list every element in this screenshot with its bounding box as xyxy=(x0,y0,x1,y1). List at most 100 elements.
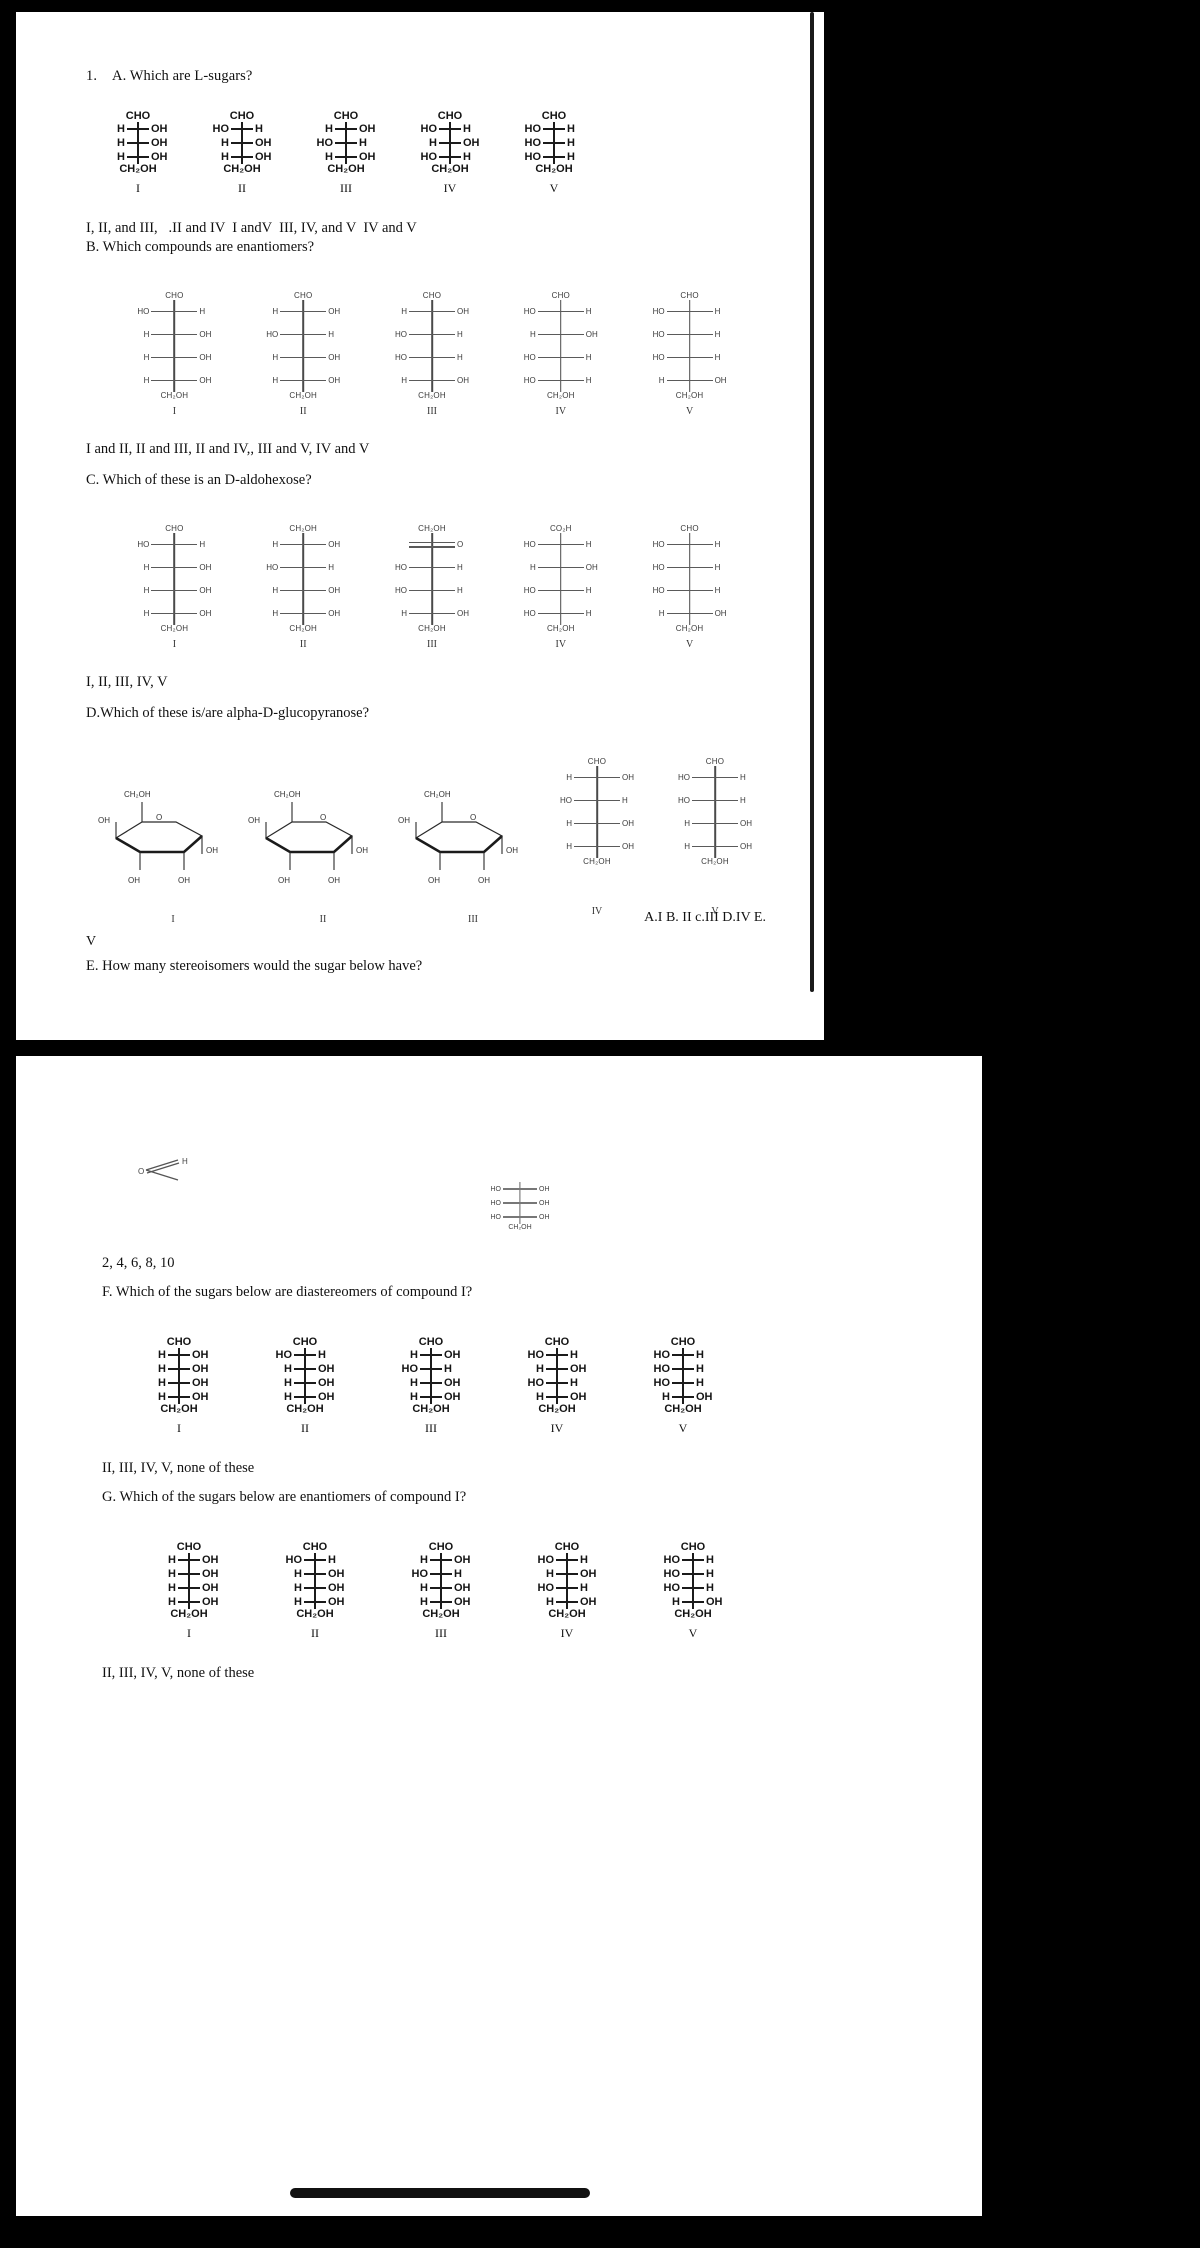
substituent-left: H xyxy=(158,1363,166,1375)
ring-substituent-label: OH xyxy=(506,846,518,855)
horizontal-bond xyxy=(546,1354,568,1356)
horizontal-bond xyxy=(430,1559,452,1561)
structure-label: II xyxy=(301,1421,309,1435)
substituent-left: HO xyxy=(137,307,150,316)
horizontal-bond xyxy=(408,566,455,569)
substituent-left: HO xyxy=(652,563,665,572)
ring-label: I xyxy=(171,914,175,925)
substituent-left: HO xyxy=(663,1568,681,1580)
substituent-right: OH xyxy=(202,1554,219,1566)
fischer-stereocenter: HOH xyxy=(266,300,340,323)
fischer-stereocenter: HOH xyxy=(266,369,340,392)
horizontal-bond xyxy=(151,310,198,313)
fischer-stereocenter: HOH xyxy=(213,136,271,150)
fischer-stereocenter: O xyxy=(395,533,469,556)
fischer-stereocenter: HOH xyxy=(286,1553,345,1567)
structure-label: I xyxy=(172,406,177,417)
substituent-right: OH xyxy=(456,609,469,618)
fischer-backbone: HO OH HO OH HO OH xyxy=(491,1182,550,1224)
fischer-stereocenter: HOH xyxy=(653,323,727,346)
horizontal-bond xyxy=(408,541,455,548)
horizontal-bond xyxy=(178,1573,200,1575)
fischer-stereocenter: HOH xyxy=(412,1595,470,1609)
fischer-top-group: CHO xyxy=(422,291,442,300)
ring-label: III xyxy=(468,914,478,925)
fischer-stereocenter: HOH xyxy=(266,602,340,625)
substituent-right: OH xyxy=(318,1363,335,1375)
fischer-top-group: CHO xyxy=(294,291,313,300)
section-b-structures: CHO HO H H OH H OH H OH CH₂OH CHO H OH HO H H OH H OH CH₂OH… xyxy=(86,292,754,400)
section-b-answers: I and II, II and III, II and IV,, III an… xyxy=(86,441,370,457)
substituent-right: OH xyxy=(199,330,212,339)
substituent-right: H xyxy=(706,1554,714,1566)
section-c-prompt: C. Which of these is an D-aldohexose? xyxy=(86,472,312,488)
fischer-projection: CHOHOHHOHHOHHOHCH₂OH xyxy=(620,1337,746,1415)
fischer-bottom-group: CH₂OH xyxy=(289,391,318,400)
fischer-stereocenter: HOH xyxy=(160,1595,218,1609)
pyranose-ring: O CH₂OH OH OH OH OH xyxy=(398,776,548,886)
ring-substituent-label: OH xyxy=(356,846,368,855)
fischer-stereocenter: HO OH xyxy=(491,1196,550,1210)
structure-label: III xyxy=(435,1626,447,1640)
fischer-bottom-group: CH₂OH xyxy=(170,1608,208,1620)
fischer-stereocenter: HOH xyxy=(654,1390,712,1404)
substituent-right: OH xyxy=(192,1377,209,1389)
fischer-stereocenter: HOH xyxy=(150,1362,208,1376)
horizontal-bond xyxy=(666,612,713,615)
fischer-top-group: CHO xyxy=(166,1336,192,1348)
horizontal-bond xyxy=(537,589,584,592)
ring-skeleton: O xyxy=(414,802,504,870)
horizontal-bond xyxy=(672,1354,694,1356)
fischer-bottom-group: CH₂OH xyxy=(675,624,704,633)
horizontal-bond xyxy=(280,356,327,359)
fischer-stereocenter: HOH xyxy=(412,1553,470,1567)
structure-label: V xyxy=(688,1626,698,1640)
structure-label: V xyxy=(685,639,694,650)
substituent-left: H xyxy=(272,353,279,362)
substituent-left: HO xyxy=(524,137,542,149)
horizontal-bond xyxy=(151,356,198,359)
fischer-stereocenter: HOH xyxy=(150,1348,208,1362)
substituent-left: HO xyxy=(523,353,536,362)
oxygen-label: O xyxy=(138,1167,144,1176)
substituent-right: OH xyxy=(740,819,752,828)
fischer-stereocenter: HOH xyxy=(276,1390,334,1404)
horizontal-bond xyxy=(127,142,149,144)
fischer-stereocenter: HOH xyxy=(525,122,584,136)
page-scroll-rail[interactable] xyxy=(810,12,814,992)
substituent-left: H xyxy=(272,307,279,316)
fischer-stereocenter: HO OH xyxy=(491,1210,550,1224)
fischer-stereocenter: HOH xyxy=(560,766,634,789)
fischer-stereocenter: HOH xyxy=(137,602,212,625)
ring-labels: I II III xyxy=(98,908,548,925)
horizontal-bond xyxy=(294,1396,316,1398)
fischer-stereocenter: HOH xyxy=(412,1567,471,1581)
structure-label: IV xyxy=(560,1626,574,1640)
horizontal-bond xyxy=(408,356,455,359)
fischer-stereocenter: HOH xyxy=(653,346,727,369)
horizontal-bond xyxy=(439,128,461,130)
substituent-left: H xyxy=(272,376,279,385)
document-page-2: O H HO OH HO OH HO OH CH₂OH 2, 4, 6, 8, 10 F. … xyxy=(16,1056,982,2216)
substituent-right: OH xyxy=(622,773,634,782)
substituent-left: HO xyxy=(652,353,665,362)
substituent-left: HO xyxy=(266,330,279,339)
fischer-backbone: HOHHOHHOH xyxy=(421,122,480,164)
substituent-left: H xyxy=(662,1391,670,1403)
substituent-right: H xyxy=(454,1568,462,1580)
fischer-stereocenter: HOH xyxy=(213,122,272,136)
substituent-left: H xyxy=(420,1582,428,1594)
fischer-backbone: HOHHOHHOHHOH xyxy=(412,1553,471,1609)
fischer-projection: CHOHOHHOHHOHHOHCH₂OH xyxy=(538,758,656,866)
substituent-right: H xyxy=(570,1377,578,1389)
horizontal-bond xyxy=(546,1368,568,1370)
horizontal-bond xyxy=(408,589,455,592)
scroll-indicator[interactable] xyxy=(290,2188,590,2198)
ring-substituent-label: OH xyxy=(478,876,490,885)
ring-substituent-label: OH xyxy=(398,816,410,825)
structure-label: III xyxy=(340,181,352,195)
fischer-stereocenter: HOH xyxy=(524,323,598,346)
fischer-stereocenter: HOH xyxy=(395,556,469,579)
substituent-right: OH xyxy=(328,1582,345,1594)
substituent-left: HO xyxy=(420,123,438,135)
